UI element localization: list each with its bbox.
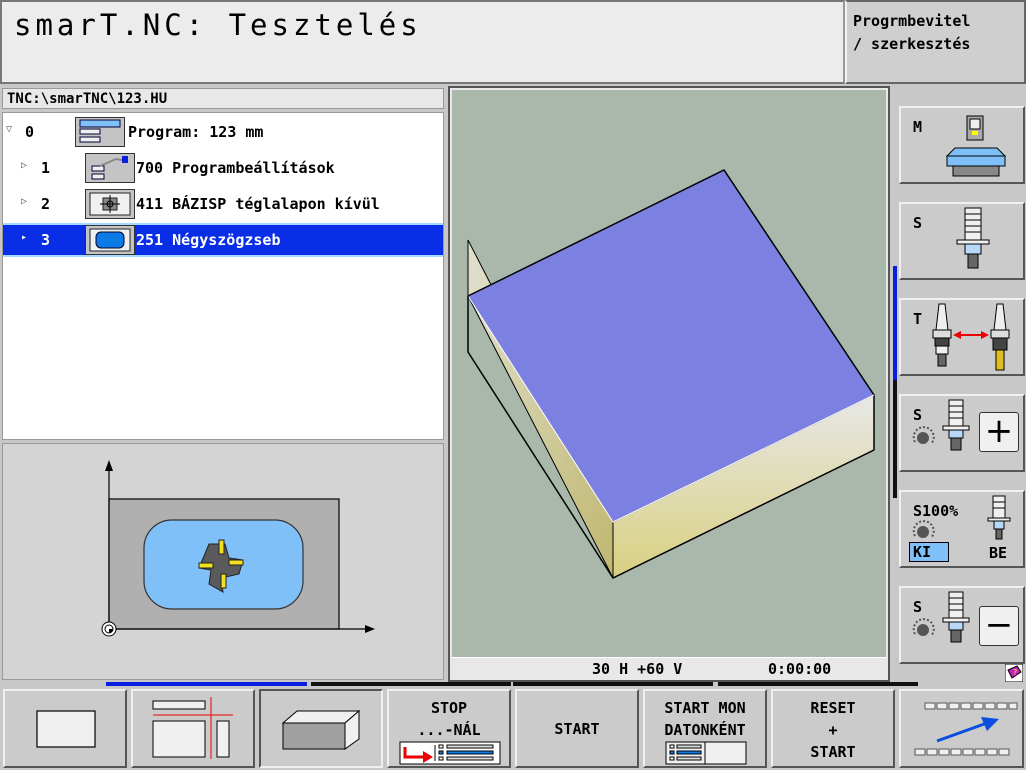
softkey-next-row[interactable] — [899, 689, 1024, 768]
softkey-three-plane-view[interactable] — [131, 689, 255, 768]
softkey-label-line: RESET — [810, 699, 856, 717]
stop-at-icon — [399, 741, 501, 765]
3d-graphics-canvas[interactable] — [452, 90, 886, 658]
spindle-icon — [987, 495, 1011, 540]
program-tree[interactable]: ▽ 0 Program: 123 mm ▷ 1 700 Programbeáll… — [2, 112, 444, 440]
softkey-single-block[interactable]: START MON DATONKÉNT — [643, 689, 767, 768]
softkey-stop-at[interactable]: STOP ...-NÁL — [387, 689, 511, 768]
datum-rectangle-icon — [85, 189, 135, 219]
mode-line-2: / szerkesztés — [853, 35, 971, 53]
tree-row-3[interactable]: ▸ 3 251 Négyszögzseb — [3, 223, 443, 257]
plus-icon: + — [979, 412, 1019, 452]
tool-function-button[interactable]: T — [899, 298, 1025, 376]
toggle-off-state: KI — [909, 542, 949, 562]
three-plane-view-icon — [152, 697, 233, 759]
expand-icon[interactable]: ▷ — [21, 160, 27, 171]
softkey-row-indicator — [513, 682, 713, 686]
softkey-label-line: DATONKÉNT — [664, 721, 746, 739]
softkey-row-indicator — [718, 682, 918, 686]
operating-mode-indicator: Progrmbevitel / szerkesztés — [845, 0, 1026, 84]
spindle-icon — [942, 591, 970, 643]
button-label: S — [913, 406, 923, 424]
workpiece-blank — [467, 169, 875, 579]
datum-point-icon — [101, 621, 117, 637]
softkey-label-line: START MON — [664, 699, 746, 717]
machining-time-readout: 0:00:00 — [768, 660, 832, 678]
softkey-plan-view[interactable] — [3, 689, 127, 768]
tree-row-number: 3 — [41, 231, 51, 249]
softkey-label-line: ...-NÁL — [417, 721, 481, 739]
tree-row-label: 411 BÁZISP téglalapon kívül — [136, 195, 380, 213]
spindle-override-minus-button[interactable]: S − — [899, 586, 1025, 664]
view-status-bar: 30 H +60 V 0:00:00 — [450, 660, 888, 680]
expand-icon[interactable]: ▷ — [21, 196, 27, 207]
spindle-override-100-button[interactable]: S100% KI BE — [899, 490, 1025, 568]
expand-icon[interactable]: ▸ — [21, 232, 27, 243]
mode-line-1: Progrmbevitel — [853, 12, 971, 30]
view-angle-readout: 30 H +60 V — [592, 660, 683, 678]
tree-row-2[interactable]: ▷ 2 411 BÁZISP téglalapon kívül — [3, 187, 443, 221]
program-icon — [75, 117, 125, 147]
tree-row-number: 1 — [41, 159, 51, 177]
override-knob-icon — [912, 520, 935, 539]
softkey-label-line: START — [810, 743, 856, 761]
simulation-view[interactable]: 30 H +60 V 0:00:00 — [448, 86, 890, 682]
tree-row-label: 700 Programbeállítások — [136, 159, 335, 177]
program-path: TNC:\smarTNC\123.HU — [2, 88, 444, 109]
button-label: S — [913, 598, 923, 616]
spindle-override-plus-button[interactable]: S + — [899, 394, 1025, 472]
button-label: T — [913, 310, 923, 328]
softkey-row-indicator-active — [106, 682, 307, 686]
button-label: S — [913, 214, 923, 232]
spindle-function-button[interactable]: S — [899, 202, 1025, 280]
button-label: M — [913, 118, 923, 136]
softkey-label-line: + — [828, 721, 838, 739]
machine-icon — [945, 115, 1007, 177]
3d-view-icon — [281, 709, 361, 750]
softkey-label-line: START — [554, 720, 600, 738]
help-book-icon[interactable]: ? — [1004, 663, 1024, 683]
collapse-icon[interactable]: ▽ — [6, 124, 12, 135]
next-softkey-row-icon — [914, 702, 1018, 756]
spindle-icon — [956, 207, 990, 269]
title-bar: smarT.NC: Tesztelés — [0, 0, 845, 84]
softkey-3d-view[interactable] — [259, 689, 383, 768]
spindle-icon — [942, 399, 970, 451]
softkey-row-indicator — [311, 682, 511, 686]
tree-row-label: 251 Négyszögzseb — [136, 231, 281, 249]
softkey-label-line: STOP — [430, 699, 468, 717]
override-knob-icon — [912, 618, 935, 637]
plan-view-icon — [36, 710, 96, 748]
softkey-reset-start[interactable]: RESET + START — [771, 689, 895, 768]
minus-icon: − — [979, 606, 1019, 646]
softkey-start[interactable]: START — [515, 689, 639, 768]
rectangular-pocket-icon — [85, 225, 135, 255]
tool-change-icon — [932, 303, 1010, 371]
cycle-help-graphic — [2, 443, 444, 680]
svg-text:?: ? — [1013, 668, 1017, 677]
tree-row-number: 0 — [25, 123, 35, 141]
toggle-on-state: BE — [989, 544, 1008, 562]
page-title: smarT.NC: Tesztelés — [14, 8, 422, 42]
program-settings-icon — [85, 153, 135, 183]
tree-row-number: 2 — [41, 195, 51, 213]
tree-row-0[interactable]: ▽ 0 Program: 123 mm — [3, 115, 443, 149]
tree-row-1[interactable]: ▷ 1 700 Programbeállítások — [3, 151, 443, 185]
tree-row-label: Program: 123 mm — [128, 123, 264, 141]
single-block-icon — [665, 741, 747, 765]
machine-function-button[interactable]: M — [899, 106, 1025, 184]
override-knob-icon — [912, 426, 935, 445]
side-softkey-bar: M S T S + S100% KI BE S − — [893, 86, 1026, 686]
